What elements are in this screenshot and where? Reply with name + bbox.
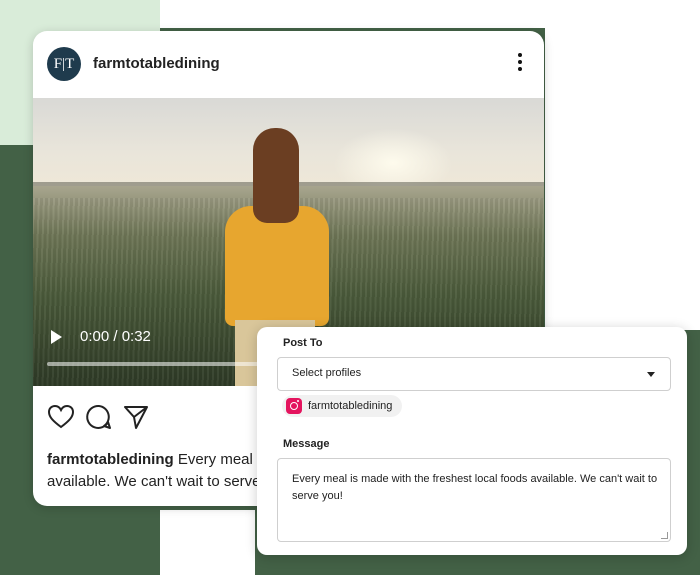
message-textarea[interactable]: Every meal is made with the freshest loc…: [277, 458, 671, 542]
post-username[interactable]: farmtotabledining: [93, 55, 220, 72]
woman-hair: [253, 128, 299, 223]
comment-icon[interactable]: [85, 403, 113, 431]
play-icon[interactable]: [51, 330, 62, 344]
more-vertical-icon[interactable]: [516, 53, 524, 75]
selected-profile-chip[interactable]: farmtotabledining: [282, 395, 403, 417]
selected-profile-name: farmtotabledining: [308, 400, 393, 412]
video-time: 0:00 / 0:32: [80, 328, 151, 345]
woman-shirt: [225, 206, 329, 326]
background-white-bottom: [160, 510, 255, 575]
profile-select-value: Select profiles: [292, 367, 362, 379]
compose-panel: Post To Select profiles farmtotabledinin…: [257, 327, 687, 555]
heart-icon[interactable]: [47, 403, 75, 431]
avatar-initials: F|T: [53, 55, 75, 72]
background-mint-block-right: [545, 0, 700, 330]
share-icon[interactable]: [122, 403, 150, 431]
post-header: F|T farmtotabledining: [33, 31, 544, 98]
background-white-top: [160, 0, 545, 28]
message-text: Every meal is made with the freshest loc…: [292, 473, 658, 502]
instagram-icon: [286, 398, 302, 414]
profile-select[interactable]: Select profiles: [277, 357, 671, 391]
chevron-down-icon: [647, 372, 655, 377]
avatar[interactable]: F|T: [47, 47, 81, 81]
message-label: Message: [283, 438, 330, 450]
post-to-label: Post To: [283, 337, 323, 349]
caption-username[interactable]: farmtotabledining: [47, 451, 174, 468]
resize-handle-icon[interactable]: [661, 532, 668, 539]
